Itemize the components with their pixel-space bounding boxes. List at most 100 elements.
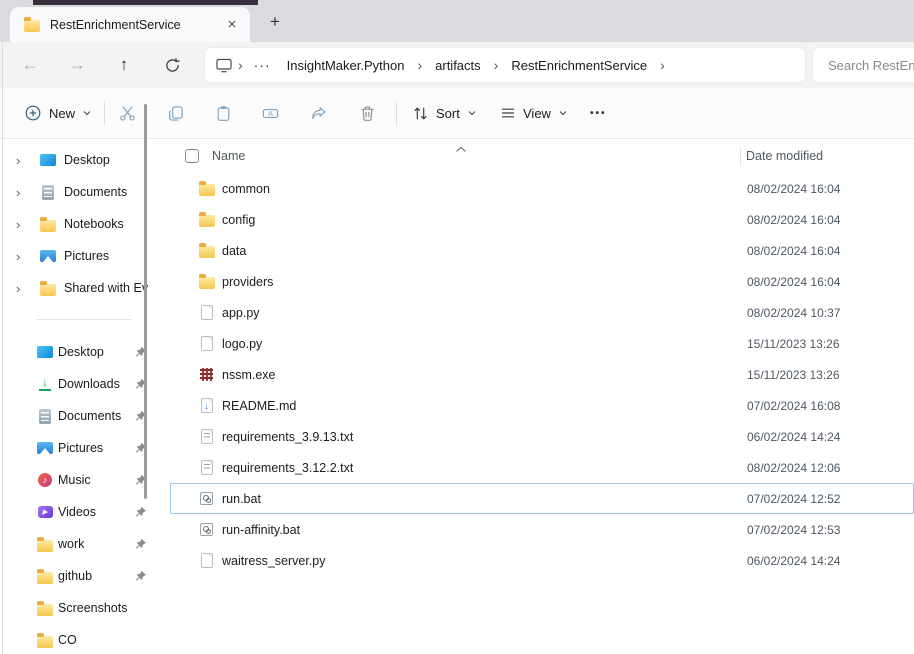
column-header-row: Name Date modified (160, 139, 914, 173)
copy-icon (167, 105, 184, 122)
sidebar-item[interactable]: work (3, 528, 160, 560)
file-date-modified: 07/02/2024 12:52 (747, 492, 840, 506)
file-row[interactable]: data 08/02/2024 16:04 (170, 235, 914, 266)
cut-button[interactable] (119, 88, 136, 138)
up-icon[interactable]: ↑ (107, 48, 141, 82)
sidebar-item[interactable]: › Documents (3, 176, 160, 208)
sort-arrows-icon (412, 105, 429, 122)
sidebar-item[interactable]: Downloads (3, 368, 160, 400)
file-row[interactable]: config 08/02/2024 16:04 (170, 204, 914, 235)
window-top-edge (33, 0, 258, 5)
this-pc-icon[interactable] (215, 57, 233, 74)
file-row[interactable]: common 08/02/2024 16:04 (170, 173, 914, 204)
file-name: README.md (222, 399, 296, 413)
sidebar-item[interactable]: Desktop (3, 336, 160, 368)
file-date-modified: 07/02/2024 16:08 (747, 399, 840, 413)
breadcrumb-segment[interactable]: RestEnrichmentService (503, 55, 655, 76)
command-toolbar: New A (0, 88, 914, 139)
file-name: run-affinity.bat (222, 523, 300, 537)
sidebar-item[interactable]: Music (3, 464, 160, 496)
file-type-icon (201, 336, 213, 351)
sort-button[interactable]: Sort (412, 88, 477, 138)
file-name: common (222, 182, 270, 196)
sidebar-item[interactable]: › Desktop (3, 144, 160, 176)
file-date-modified: 08/02/2024 16:04 (747, 182, 840, 196)
chevron-right-icon[interactable]: › (16, 281, 30, 296)
breadcrumb-segment[interactable]: InsightMaker.Python (279, 55, 413, 76)
share-button[interactable] (310, 88, 327, 138)
sidebar-item[interactable]: Screenshots (3, 592, 160, 624)
file-name: config (222, 213, 255, 227)
refresh-icon[interactable] (155, 48, 189, 82)
navigation-pane: › Desktop › Documents › Notebooks (3, 139, 160, 654)
column-divider[interactable] (740, 148, 741, 165)
more-options-button[interactable]: ••• (590, 88, 607, 138)
forward-icon[interactable]: → (60, 48, 94, 82)
view-button-label: View (523, 106, 551, 121)
new-button[interactable]: New (24, 88, 92, 138)
chevron-right-icon[interactable]: › (16, 153, 30, 168)
delete-button[interactable] (359, 88, 376, 138)
sidebar-item[interactable]: › Notebooks (3, 208, 160, 240)
rename-button[interactable]: A (262, 88, 279, 138)
file-name: data (222, 244, 246, 258)
file-type-icon (200, 492, 213, 505)
sidebar-item[interactable]: Videos (3, 496, 160, 528)
chevron-right-icon[interactable]: › (16, 185, 30, 200)
sidebar-item[interactable]: › Shared with Ev (3, 272, 160, 304)
sidebar-item-label: Screenshots (58, 601, 127, 615)
sidebar-item[interactable]: Documents (3, 400, 160, 432)
copy-button[interactable] (167, 88, 184, 138)
select-all-checkbox[interactable] (185, 149, 199, 163)
name-column-header[interactable]: Name (212, 149, 245, 163)
file-row[interactable]: waitress_server.py 06/02/2024 14:24 (170, 545, 914, 576)
breadcrumb-overflow-button[interactable]: ··· (248, 57, 277, 73)
chevron-right-icon[interactable]: › (16, 249, 30, 264)
sidebar-item[interactable]: CO (3, 624, 160, 654)
view-button[interactable]: View (500, 88, 568, 138)
file-type-icon (199, 215, 215, 227)
sidebar-scrollbar[interactable] (144, 104, 147, 499)
file-row[interactable]: providers 08/02/2024 16:04 (170, 266, 914, 297)
sidebar-item-icon (37, 604, 53, 616)
explorer-tab[interactable]: RestEnrichmentService × (10, 7, 250, 42)
date-modified-column-header[interactable]: Date modified (746, 149, 823, 163)
file-row[interactable]: requirements_3.9.13.txt 06/02/2024 14:24 (170, 421, 914, 452)
back-icon[interactable]: ← (13, 48, 47, 82)
sidebar-item-label: CO (58, 633, 77, 647)
file-row[interactable]: nssm.exe 15/11/2023 13:26 (170, 359, 914, 390)
sort-button-label: Sort (436, 106, 460, 121)
breadcrumb-chevron-icon: › (414, 57, 425, 73)
sidebar-item-icon (39, 409, 51, 424)
chevron-right-icon[interactable]: › (16, 217, 30, 232)
file-row[interactable]: run.bat 07/02/2024 12:52 (170, 483, 914, 514)
tab-title: RestEnrichmentService (50, 18, 220, 32)
file-row[interactable]: README.md 07/02/2024 16:08 (170, 390, 914, 421)
file-date-modified: 06/02/2024 14:24 (747, 430, 840, 444)
sidebar-item-icon (37, 346, 53, 358)
file-name: logo.py (222, 337, 262, 351)
breadcrumb-segment[interactable]: artifacts (427, 55, 489, 76)
search-input[interactable] (813, 48, 914, 82)
file-type-icon (201, 429, 213, 444)
sidebar-item[interactable]: › Pictures (3, 240, 160, 272)
share-icon (310, 105, 327, 122)
sidebar-item[interactable]: Pictures (3, 432, 160, 464)
file-date-modified: 15/11/2023 13:26 (747, 337, 840, 351)
chevron-down-icon (467, 108, 477, 118)
toolbar-separator (104, 101, 105, 125)
paste-button[interactable] (215, 88, 232, 138)
sidebar-item-label: Shared with Ev (64, 281, 148, 295)
file-row[interactable]: logo.py 15/11/2023 13:26 (170, 328, 914, 359)
sidebar-item-label: Notebooks (64, 217, 124, 231)
close-tab-icon[interactable]: × (220, 13, 244, 37)
file-date-modified: 08/02/2024 16:04 (747, 213, 840, 227)
file-row[interactable]: requirements_3.12.2.txt 08/02/2024 12:06 (170, 452, 914, 483)
sidebar-item-icon (37, 636, 53, 648)
plus-circle-icon (24, 104, 42, 122)
sidebar-item[interactable]: github (3, 560, 160, 592)
file-row[interactable]: app.py 08/02/2024 10:37 (170, 297, 914, 328)
address-bar[interactable]: › ··· InsightMaker.Python › artifacts › … (205, 48, 805, 82)
new-tab-button[interactable]: + (261, 9, 289, 35)
file-row[interactable]: run-affinity.bat 07/02/2024 12:53 (170, 514, 914, 545)
